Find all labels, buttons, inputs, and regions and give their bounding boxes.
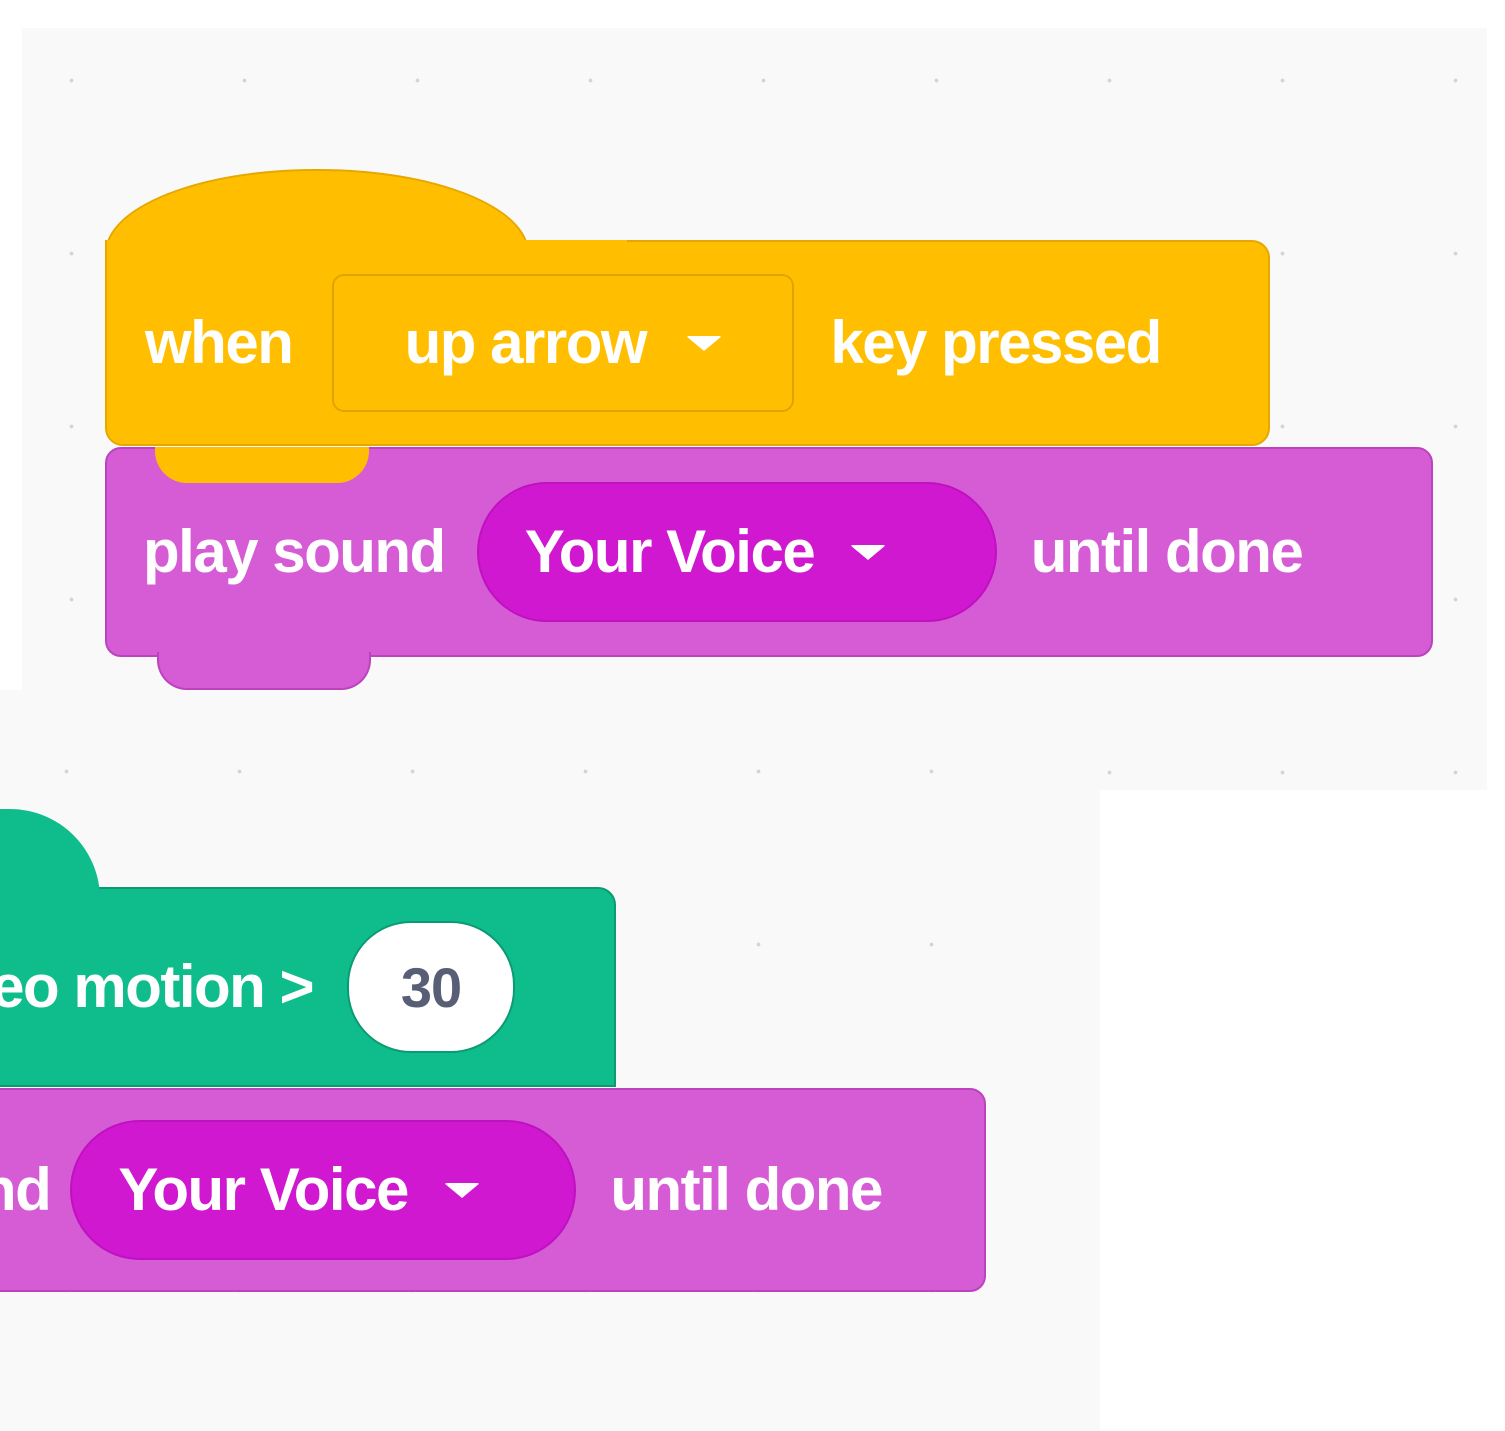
when-key-pressed-block[interactable]: when up arrow key pressed bbox=[105, 169, 1270, 446]
block-bump bbox=[157, 652, 371, 690]
sound-dropdown-value: Your Voice bbox=[524, 518, 816, 585]
play-sound-label: nd bbox=[0, 1156, 52, 1223]
key-dropdown-value: up arrow bbox=[404, 309, 648, 376]
play-sound-until-done-block[interactable]: play sound Your Voice until done bbox=[105, 447, 1433, 690]
until-done-label: until done bbox=[1030, 518, 1304, 585]
when-video-motion-block[interactable]: leo motion > 30 bbox=[0, 809, 616, 1087]
play-sound-label: play sound bbox=[143, 518, 446, 585]
key-pressed-label: key pressed bbox=[830, 309, 1162, 376]
sound-dropdown[interactable]: Your Voice bbox=[476, 482, 997, 622]
key-dropdown[interactable]: up arrow bbox=[332, 274, 795, 412]
until-done-label: until done bbox=[610, 1156, 883, 1223]
motion-value-input[interactable]: 30 bbox=[347, 921, 516, 1053]
sound-dropdown-value: Your Voice bbox=[118, 1156, 409, 1223]
chevron-down-icon bbox=[686, 335, 723, 351]
sound-dropdown[interactable]: Your Voice bbox=[70, 1120, 577, 1260]
block-notch bbox=[155, 447, 369, 483]
chevron-down-icon bbox=[443, 1182, 480, 1198]
play-sound-until-done-block-2[interactable]: nd Your Voice until done bbox=[0, 1088, 986, 1292]
chevron-down-icon bbox=[850, 544, 887, 560]
video-motion-label: leo motion > bbox=[0, 953, 315, 1020]
when-label: when bbox=[145, 309, 294, 376]
